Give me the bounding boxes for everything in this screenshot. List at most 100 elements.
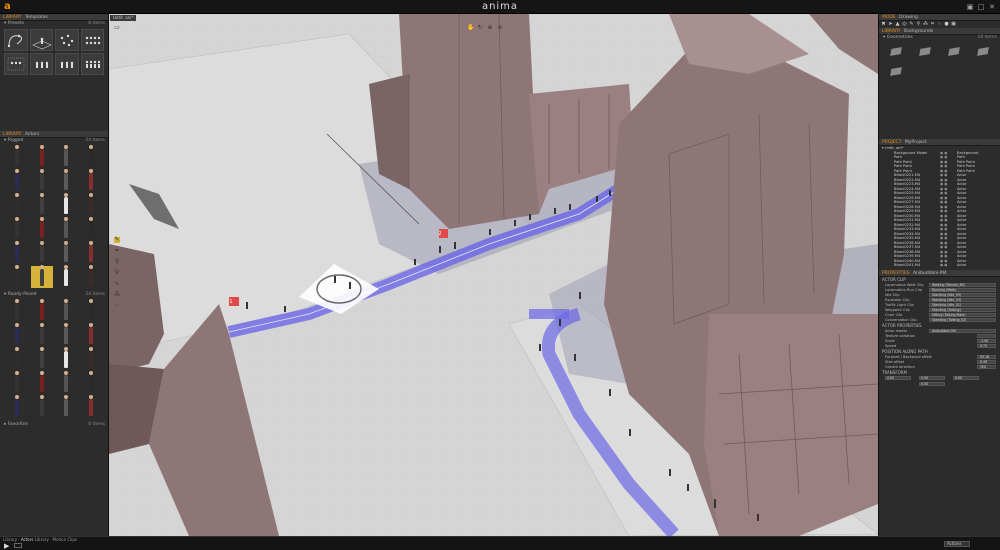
- actor-property-field[interactable]: [977, 334, 996, 338]
- ready-posed-section[interactable]: ▾ Ready-Posed 24 items: [0, 292, 108, 298]
- position-z-field[interactable]: 0.00: [953, 375, 979, 380]
- actor-model-field[interactable]: Anibuddoni-M4: [929, 329, 996, 333]
- clip-dropdown[interactable]: Standing (Idle_03): [929, 298, 996, 302]
- clip-dropdown[interactable]: Standing (Talking): [929, 308, 996, 312]
- crowd-selection-icon[interactable]: [4, 53, 28, 75]
- rigged-actor-thumbnail[interactable]: [30, 169, 53, 192]
- target-tool-icon[interactable]: ◎: [902, 22, 907, 27]
- posed-actor-thumbnail[interactable]: [6, 299, 29, 322]
- rigged-actor-thumbnail[interactable]: [79, 145, 102, 168]
- project-tree-item[interactable]: Bitoni0241-M4 ● ● Actor: [879, 263, 1000, 268]
- posed-actor-thumbnail[interactable]: [55, 395, 78, 418]
- rigged-actor-thumbnail[interactable]: [79, 169, 102, 192]
- favorites-section[interactable]: ▸ Favorites 0 items: [0, 422, 108, 428]
- rigged-actor-thumbnail[interactable]: [30, 193, 53, 216]
- rigged-actor-thumbnail[interactable]: [79, 265, 102, 288]
- visibility-icon[interactable]: ● ●: [940, 263, 947, 268]
- group-icon[interactable]: ⁂: [923, 22, 928, 27]
- geometry-thumbnail[interactable]: [911, 42, 939, 60]
- select-tool-icon[interactable]: ✖: [881, 22, 886, 27]
- posed-actor-thumbnail[interactable]: [6, 347, 29, 370]
- crowd-grid-icon[interactable]: [80, 29, 104, 51]
- posed-actor-thumbnail[interactable]: [79, 299, 102, 322]
- position-x-field[interactable]: 0.00: [885, 375, 911, 380]
- posed-actor-thumbnail[interactable]: [30, 299, 53, 322]
- rigged-actor-thumbnail[interactable]: [55, 193, 78, 216]
- presets-section[interactable]: ▾ Presets 8 items: [0, 21, 108, 27]
- viewport-tab[interactable]: Untit. ani*: [110, 15, 137, 21]
- posed-actor-thumbnail[interactable]: [55, 323, 78, 346]
- crowd-row-icon[interactable]: [55, 53, 79, 75]
- timeline-control[interactable]: [14, 543, 22, 548]
- 3d-viewport[interactable]: Untit. ani* ▭ ✋ ↻ ⊕ ⊖ ✎ ⌗ ⚲ ⚲ ∿ ⁂ ⁘ 1 2: [109, 14, 878, 536]
- rigged-actor-thumbnail[interactable]: [30, 145, 53, 168]
- posed-actor-thumbnail[interactable]: [30, 323, 53, 346]
- path-property-field[interactable]: 0.49: [977, 360, 996, 364]
- rigged-actor-thumbnail[interactable]: [55, 241, 78, 264]
- posed-actor-thumbnail[interactable]: [6, 395, 29, 418]
- walk-icon[interactable]: ⚲: [916, 22, 921, 27]
- crowd-on-platform-icon[interactable]: [29, 29, 53, 51]
- geometry-thumbnail[interactable]: [969, 42, 997, 60]
- clip-dropdown[interactable]: Standing (Idle_01): [929, 303, 996, 307]
- clip-dropdown[interactable]: Standing (Talking_02): [929, 318, 996, 322]
- rigged-actor-thumbnail[interactable]: [79, 241, 102, 264]
- rigged-actor-thumbnail[interactable]: [55, 169, 78, 192]
- wave-tool-icon[interactable]: ∿: [114, 281, 120, 287]
- posed-actor-thumbnail[interactable]: [55, 371, 78, 394]
- orbit-icon[interactable]: ↻: [477, 25, 483, 31]
- rigged-section[interactable]: ▾ Rigged 24 items: [0, 138, 108, 144]
- posed-actor-thumbnail[interactable]: [79, 371, 102, 394]
- close-icon[interactable]: ✕: [988, 3, 996, 11]
- geometry-thumbnail[interactable]: [882, 42, 910, 60]
- actions-dropdown[interactable]: Actions: [944, 541, 970, 547]
- rigged-actor-thumbnail[interactable]: [6, 217, 29, 240]
- clip-dropdown[interactable]: Running (Male): [929, 288, 996, 292]
- stairs-tool-icon[interactable]: ⌗: [114, 248, 120, 254]
- grid-icon[interactable]: ⌗: [930, 22, 935, 27]
- posed-actor-thumbnail[interactable]: [55, 347, 78, 370]
- posed-actor-thumbnail[interactable]: [79, 347, 102, 370]
- crowd-icon[interactable]: ⁘: [937, 22, 942, 27]
- pan-hand-icon[interactable]: ✋: [467, 25, 474, 31]
- rigged-actor-thumbnail[interactable]: [55, 217, 78, 240]
- tab-actors[interactable]: Actors: [21, 537, 34, 542]
- tab-library-2[interactable]: Library: [35, 537, 49, 542]
- monitor-icon[interactable]: ▭: [114, 25, 120, 31]
- actor-property-field[interactable]: 0.75: [977, 344, 996, 348]
- group-tool-icon[interactable]: ⁂: [114, 292, 120, 298]
- triangle-tool-icon[interactable]: ▲: [895, 22, 900, 27]
- walk-tool-icon[interactable]: ⚲: [114, 259, 120, 265]
- position-y-field[interactable]: 0.00: [919, 375, 945, 380]
- geometries-section[interactable]: ▾ Geometries 18 items: [879, 35, 1000, 41]
- clip-dropdown[interactable]: Sitting (Talking Male): [929, 313, 996, 317]
- posed-actor-thumbnail[interactable]: [30, 347, 53, 370]
- scattered-crowd-icon[interactable]: [55, 29, 79, 51]
- clip-dropdown[interactable]: Walking (Tensen_60): [929, 283, 996, 287]
- scene-canvas[interactable]: [109, 14, 878, 536]
- posed-actor-thumbnail[interactable]: [79, 395, 102, 418]
- rigged-actor-thumbnail[interactable]: [6, 265, 29, 288]
- rotation-field[interactable]: 0.00: [919, 381, 945, 386]
- pen-tool-icon[interactable]: ✎: [909, 22, 914, 27]
- path-property-field[interactable]: YES: [977, 365, 996, 369]
- actor-property-field[interactable]: -1.00: [977, 339, 996, 343]
- record-icon[interactable]: ●: [944, 22, 949, 27]
- posed-actor-thumbnail[interactable]: [6, 371, 29, 394]
- crowd-row-icon[interactable]: [29, 53, 53, 75]
- rigged-actor-thumbnail[interactable]: [79, 193, 102, 216]
- rigged-actor-thumbnail[interactable]: [79, 217, 102, 240]
- rigged-actor-thumbnail[interactable]: [6, 169, 29, 192]
- play-icon[interactable]: ▶: [4, 542, 9, 550]
- posed-actor-thumbnail[interactable]: [6, 323, 29, 346]
- rigged-actor-thumbnail[interactable]: [30, 265, 53, 288]
- zoom-in-icon[interactable]: ⊕: [487, 25, 493, 31]
- rigged-actor-thumbnail[interactable]: [6, 193, 29, 216]
- pointer-tool-icon[interactable]: ➤: [888, 22, 893, 27]
- posed-actor-thumbnail[interactable]: [79, 323, 102, 346]
- rigged-actor-thumbnail[interactable]: [30, 217, 53, 240]
- restore-icon[interactable]: ▣: [966, 3, 974, 11]
- crowd-tool-icon[interactable]: ⁘: [114, 303, 120, 309]
- posed-actor-thumbnail[interactable]: [30, 371, 53, 394]
- posed-actor-thumbnail[interactable]: [55, 299, 78, 322]
